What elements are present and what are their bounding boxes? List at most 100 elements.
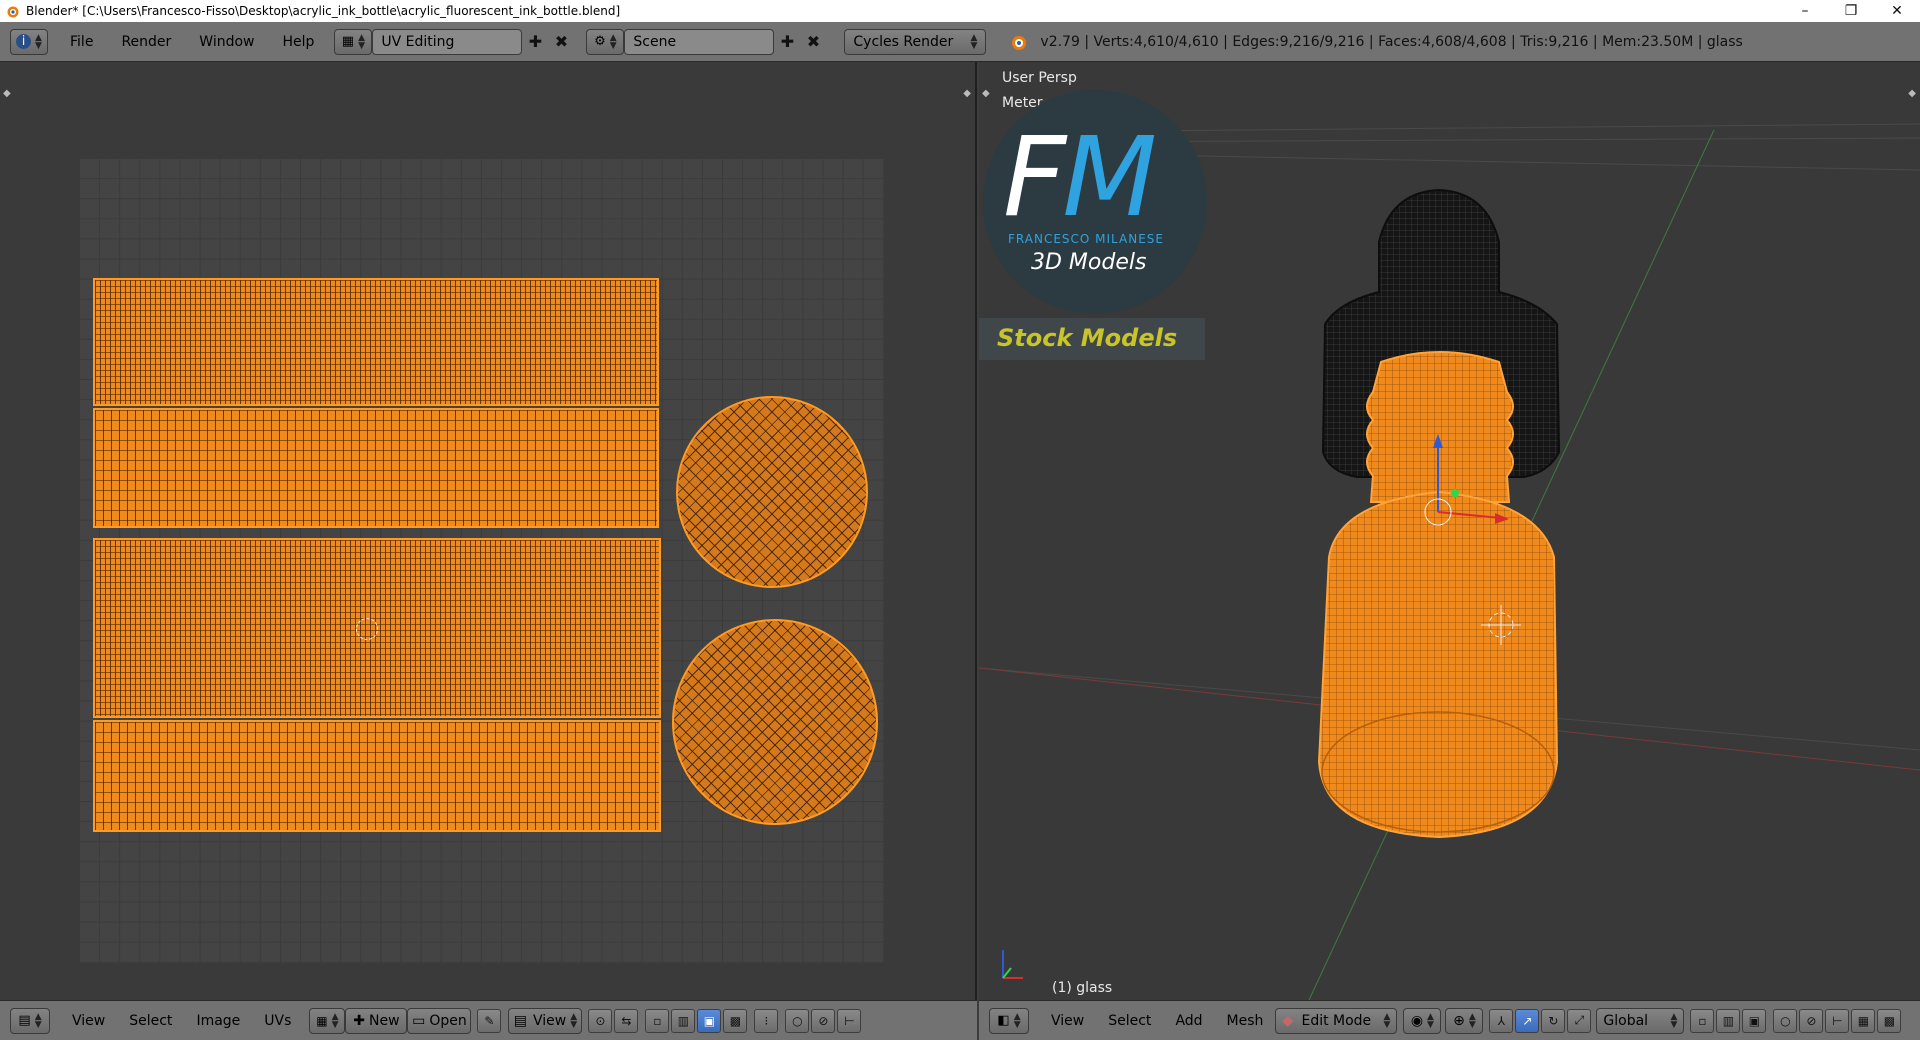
uv-image-editor[interactable]: ◆ ◆: [0, 62, 977, 1000]
snap-icon[interactable]: ⊘: [1799, 1008, 1824, 1033]
chevron-updown-icon: ▲ ▼: [1468, 1011, 1476, 1030]
menu-file[interactable]: File: [56, 29, 107, 55]
menu-uvs[interactable]: UVs: [252, 1013, 303, 1029]
screen-layout-name: UV Editing: [381, 33, 455, 50]
image-editor-icon: ▤: [18, 1013, 31, 1028]
layout-grid-icon: ▦: [341, 34, 355, 49]
menu-image[interactable]: Image: [184, 1013, 252, 1029]
uv-2d-cursor-icon[interactable]: [356, 618, 378, 640]
bottle-mesh[interactable]: [979, 62, 1920, 1000]
uv-island[interactable]: [93, 408, 659, 528]
scene-name: Scene: [633, 33, 677, 50]
chevron-updown-icon: ▲ ▼: [34, 1011, 42, 1030]
pivot-point-dropdown[interactable]: ⊕ ▲ ▼: [1445, 1007, 1484, 1034]
restore-button[interactable]: ❐: [1828, 0, 1874, 22]
bottle-body: [1317, 490, 1559, 839]
sync-selection-icon[interactable]: ⇆: [614, 1008, 639, 1033]
scene-browse-button[interactable]: ⚙ ▲ ▼: [586, 28, 625, 55]
editor-type-button[interactable]: ▤ ▲ ▼: [10, 1007, 50, 1034]
new-image-button[interactable]: ✚ New: [345, 1007, 408, 1034]
new-image-label: New: [369, 1012, 400, 1029]
snap-element-icon[interactable]: ⊢: [837, 1008, 862, 1033]
add-screen-icon[interactable]: ✚: [522, 29, 548, 55]
opengl-render-icon[interactable]: ▩: [1877, 1008, 1902, 1033]
window-titlebar: Blender* [C:\Users\Francesco-Fisso\Deskt…: [0, 0, 1920, 22]
uv-island[interactable]: [93, 278, 659, 406]
chevron-updown-icon: ▲ ▼: [358, 32, 366, 51]
open-image-button[interactable]: ▭ Open: [407, 1007, 472, 1034]
folder-icon: ▭: [412, 1012, 426, 1029]
blender-logo-icon: [7, 6, 19, 18]
image-mode-label: View: [532, 1012, 567, 1029]
plus-icon: ✚: [353, 1012, 366, 1029]
menu-window[interactable]: Window: [185, 29, 268, 55]
edge-select-icon[interactable]: ▥: [1716, 1008, 1741, 1033]
chevron-updown-icon: ▲ ▼: [35, 32, 42, 51]
image-browse-button[interactable]: ▦ ▲ ▼: [309, 1007, 346, 1034]
vertex-select-icon[interactable]: ▫: [1690, 1008, 1715, 1033]
menu-render[interactable]: Render: [107, 29, 185, 55]
proportional-edit-icon[interactable]: ○: [1773, 1008, 1798, 1033]
chevron-updown-icon: ▲ ▼: [1383, 1011, 1391, 1030]
manipulator-toggle-icon[interactable]: ⅄: [1489, 1008, 1514, 1033]
close-window-button[interactable]: ✕: [1874, 0, 1920, 22]
chevron-updown-icon: ▲ ▼: [570, 1011, 578, 1030]
menu-help[interactable]: Help: [268, 29, 328, 55]
remove-scene-icon[interactable]: ✖: [800, 29, 826, 55]
uv-island-circle[interactable]: [676, 396, 868, 588]
chevron-updown-icon: ▲ ▼: [1013, 1011, 1021, 1030]
image-mode-dropdown[interactable]: ▤ View ▲ ▼: [508, 1007, 583, 1034]
island-select-icon[interactable]: ▩: [723, 1008, 748, 1033]
uv-grid[interactable]: [79, 158, 884, 963]
minimize-button[interactable]: –: [1782, 0, 1828, 22]
sticky-select-icon[interactable]: ⁝: [754, 1008, 779, 1033]
screen-layout-field[interactable]: UV Editing: [372, 28, 523, 55]
region-expand-left-icon[interactable]: ◆: [3, 88, 11, 99]
chevron-updown-icon: ▲ ▼: [1427, 1011, 1434, 1030]
interaction-mode-label: Edit Mode: [1301, 1012, 1372, 1029]
interaction-mode-dropdown[interactable]: ◆ Edit Mode ▲ ▼: [1275, 1007, 1398, 1034]
remove-screen-icon[interactable]: ✖: [548, 29, 574, 55]
proportional-edit-icon[interactable]: ○: [785, 1008, 810, 1033]
pivot-point-icon[interactable]: ⊙: [588, 1008, 613, 1033]
info-header: i ▲ ▼ File Render Window Help ▦ ▲ ▼ UV Edi…: [0, 22, 1920, 62]
menu-view[interactable]: View: [1039, 1013, 1096, 1029]
render-engine-label: Cycles Render: [853, 33, 954, 50]
transform-orientation-label: Global: [1603, 1012, 1649, 1029]
transform-orientation-dropdown[interactable]: Global ▲ ▼: [1596, 1007, 1685, 1034]
render-engine-dropdown[interactable]: Cycles Render ▲ ▼: [844, 28, 987, 55]
face-select-icon[interactable]: ▣: [1742, 1008, 1767, 1033]
shading-icon: ◉: [1410, 1012, 1424, 1029]
uv-island-circle[interactable]: [672, 619, 878, 825]
axis-indicator-icon: [1002, 950, 1023, 979]
chevron-updown-icon: ▲ ▼: [1670, 1011, 1678, 1030]
scale-manipulator-icon[interactable]: ⤢: [1567, 1008, 1592, 1033]
uv-island[interactable]: [93, 720, 661, 832]
snap-icon[interactable]: ⊘: [811, 1008, 836, 1033]
viewport-header: ◧ ▲ ▼ View Select Add Mesh ◆ Edit Mode ▲ ▼…: [979, 1000, 1920, 1040]
screen-layout-browse-button[interactable]: ▦ ▲ ▼: [334, 28, 373, 55]
pin-image-icon[interactable]: ✎: [477, 1008, 502, 1033]
editor-type-button[interactable]: i ▲ ▼: [10, 28, 48, 55]
render-preview-icon[interactable]: ▦: [1851, 1008, 1876, 1033]
region-expand-right-icon[interactable]: ◆: [963, 88, 971, 99]
window-title: Blender* [C:\Users\Francesco-Fisso\Deskt…: [26, 4, 621, 18]
gizmo-y-axis: [1451, 489, 1459, 497]
edge-select-icon[interactable]: ▥: [671, 1008, 696, 1033]
translate-manipulator-icon[interactable]: ↗: [1515, 1008, 1540, 1033]
scene-field[interactable]: Scene: [624, 28, 775, 55]
menu-add[interactable]: Add: [1163, 1013, 1214, 1029]
snap-element-icon[interactable]: ⊢: [1825, 1008, 1850, 1033]
menu-mesh[interactable]: Mesh: [1215, 1013, 1276, 1029]
3d-view-icon: ◧: [997, 1013, 1010, 1028]
menu-view[interactable]: View: [60, 1013, 117, 1029]
rotate-manipulator-icon[interactable]: ↻: [1541, 1008, 1566, 1033]
editor-type-button[interactable]: ◧ ▲ ▼: [989, 1007, 1029, 1034]
3d-viewport[interactable]: ◆ ◆ User Persp Meter FM FRANCESCO MILANE…: [979, 62, 1920, 1000]
menu-select[interactable]: Select: [1096, 1013, 1163, 1029]
vertex-select-icon[interactable]: ▫: [645, 1008, 670, 1033]
menu-select[interactable]: Select: [117, 1013, 184, 1029]
face-select-icon[interactable]: ▣: [697, 1008, 722, 1033]
viewport-shading-dropdown[interactable]: ◉ ▲ ▼: [1403, 1007, 1442, 1034]
add-scene-icon[interactable]: ✚: [774, 29, 800, 55]
